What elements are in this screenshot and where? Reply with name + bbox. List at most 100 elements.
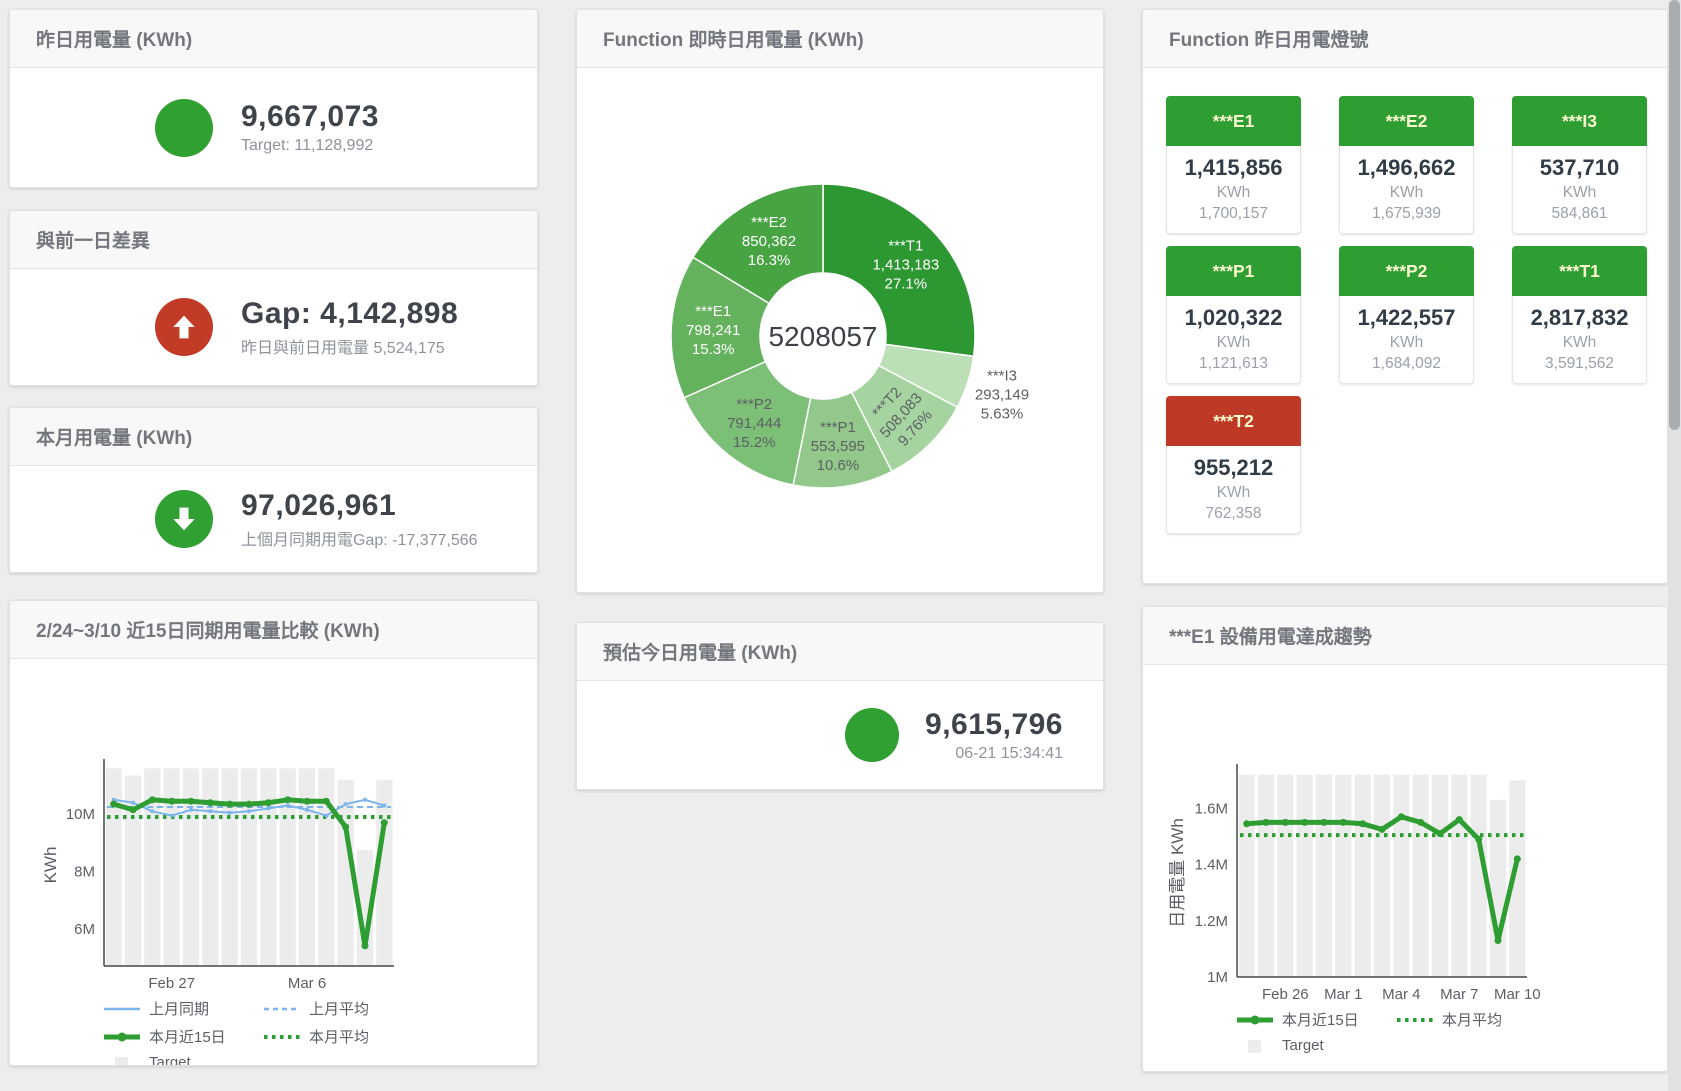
arrow-up-icon — [155, 298, 213, 356]
device-tile[interactable]: ***E2 1,496,662 KWh 1,675,939 — [1339, 96, 1474, 234]
tile-value: 1,415,856 — [1171, 155, 1296, 181]
legend-label: 本月近15日 — [1282, 1009, 1359, 1030]
card-compare-chart: 2/24~3/10 近15日同期用電量比較 (KWh) 6M8M10MFeb 2… — [9, 600, 538, 1066]
donut-chart[interactable]: ***T11,413,18327.1%***I3293,1495.63%***T… — [577, 68, 1104, 592]
card-title: ***E1 設備用電達成趨勢 — [1143, 607, 1667, 665]
card-title: Function 即時日用電量 (KWh) — [577, 10, 1103, 68]
arrow-down-icon — [155, 490, 213, 548]
tile-target-value: 762,358 — [1171, 505, 1296, 523]
svg-text:1M: 1M — [1207, 969, 1228, 986]
kpi-value: Gap: 4,142,898 — [241, 297, 458, 331]
legend-swatch-icon — [102, 1030, 142, 1044]
device-tile[interactable]: ***I3537,710KWh584,861 — [1512, 96, 1647, 234]
target-bar — [202, 768, 218, 966]
svg-text:Feb 27: Feb 27 — [148, 975, 195, 992]
card-estimate-today: 預估今日用電量 (KWh) 9,615,796 06-21 15:34:41 — [576, 622, 1104, 790]
target-bar — [222, 768, 238, 966]
card-title: Function 昨日用電燈號 — [1143, 10, 1667, 68]
tile-name: ***T2 — [1166, 396, 1301, 446]
target-bar — [1258, 775, 1274, 977]
tile-value: 955,212 — [1171, 455, 1296, 481]
legend-item[interactable]: 本月平均 — [262, 1026, 422, 1047]
tile-target-value: 3,591,562 — [1517, 355, 1642, 373]
card-title: 預估今日用電量 (KWh) — [577, 623, 1103, 681]
legend-swatch-icon — [262, 1030, 302, 1044]
tile-unit: KWh — [1517, 334, 1642, 352]
card-function-donut: Function 即時日用電量 (KWh) ***T11,413,18327.1… — [576, 9, 1104, 593]
device-tile[interactable]: ***T2 955,212 KWh 762,358 — [1166, 396, 1301, 534]
legend-item[interactable]: 本月近15日 — [102, 1026, 262, 1047]
legend-swatch-icon — [102, 1002, 142, 1016]
legend-item[interactable]: 本月平均 — [1395, 1009, 1555, 1030]
target-bar — [1432, 775, 1448, 977]
target-bar — [241, 768, 257, 966]
donut-slice-label: ***I3293,1495.63% — [975, 368, 1029, 423]
scrollbar-thumb[interactable] — [1669, 0, 1680, 430]
svg-text:日用電量 KWh: 日用電量 KWh — [1168, 818, 1187, 928]
tile-value: 2,817,832 — [1517, 305, 1642, 331]
legend-swatch-icon — [1235, 1013, 1275, 1027]
target-bar — [1355, 775, 1371, 977]
tiles-grid: ***E1 1,415,856 KWh 1,700,157 ***E2 1,496,662… — [1143, 68, 1667, 534]
tile-unit: KWh — [1344, 334, 1469, 352]
legend-item[interactable]: 本月近15日 — [1235, 1009, 1395, 1030]
tile-target-value: 1,684,092 — [1344, 355, 1469, 373]
tile-name: ***E2 — [1339, 96, 1474, 146]
tile-unit: KWh — [1171, 184, 1296, 202]
compare-chart-legend: 上月同期 上月平均本月近15日 本月平均 Target — [102, 998, 462, 1066]
tile-value: 1,496,662 — [1344, 155, 1469, 181]
legend-item[interactable]: Target — [1235, 1037, 1395, 1054]
tile-value: 1,020,322 — [1171, 305, 1296, 331]
tile-value: 1,422,557 — [1344, 305, 1469, 331]
svg-text:6M: 6M — [74, 921, 95, 938]
card-title: 本月用電量 (KWh) — [10, 408, 537, 466]
tile-name: ***P1 — [1166, 246, 1301, 296]
kpi-subtext: 上個月同期用電Gap: -17,377,566 — [241, 526, 478, 550]
device-tile[interactable]: ***E1 1,415,856 KWh 1,700,157 — [1166, 96, 1301, 234]
legend-item[interactable]: Target — [102, 1054, 262, 1066]
kpi-subtext: Target: 11,128,992 — [241, 137, 379, 155]
device-tile[interactable]: ***T12,817,832KWh3,591,562 — [1512, 246, 1647, 384]
card-title: 昨日用電量 (KWh) — [10, 10, 537, 68]
svg-text:Mar 7: Mar 7 — [1440, 986, 1478, 1003]
target-bar — [1239, 775, 1255, 977]
compare-chart: 6M8M10MFeb 27Mar 6KWh — [40, 754, 460, 996]
legend-item[interactable]: 上月平均 — [262, 998, 422, 1019]
e1-trend-legend: 本月近15日 本月平均 Target — [1235, 1009, 1595, 1054]
tile-target-value: 1,700,157 — [1171, 205, 1296, 223]
target-bar — [1374, 775, 1390, 977]
card-month-usage: 本月用電量 (KWh) 97,026,961 上個月同期用電Gap: -17,3… — [9, 407, 538, 573]
kpi-value: 9,615,796 — [925, 708, 1063, 742]
tile-unit: KWh — [1344, 184, 1469, 202]
tile-target-value: 1,121,613 — [1171, 355, 1296, 373]
legend-label: 本月近15日 — [149, 1026, 226, 1047]
svg-text:1.4M: 1.4M — [1195, 857, 1228, 874]
legend-label: 本月平均 — [1442, 1009, 1502, 1030]
svg-text:Mar 4: Mar 4 — [1382, 986, 1420, 1003]
device-tile[interactable]: ***P11,020,322KWh1,121,613 — [1166, 246, 1301, 384]
target-bar — [1451, 775, 1467, 977]
dashboard: 昨日用電量 (KWh) 9,667,073 Target: 11,128,992… — [0, 0, 1681, 1091]
tile-name: ***P2 — [1339, 246, 1474, 296]
tile-unit: KWh — [1171, 484, 1296, 502]
legend-swatch-icon — [1395, 1013, 1435, 1027]
legend-label: 上月平均 — [309, 998, 369, 1019]
legend-item[interactable]: 上月同期 — [102, 998, 262, 1019]
status-circle-icon — [155, 99, 213, 157]
e1-trend-chart: 1M1.2M1.4M1.6MFeb 26Mar 1Mar 4Mar 7Mar 1… — [1159, 757, 1589, 1007]
device-tile[interactable]: ***P2 1,422,557 KWh 1,684,092 — [1339, 246, 1474, 384]
target-bar — [260, 768, 276, 966]
legend-label: 本月平均 — [309, 1026, 369, 1047]
tile-name: ***E1 — [1166, 96, 1301, 146]
svg-text:1.2M: 1.2M — [1195, 913, 1228, 930]
svg-text:***I3293,1495.63%: ***I3293,1495.63% — [975, 368, 1029, 423]
tile-unit: KWh — [1517, 184, 1642, 202]
kpi-subtext: 昨日與前日用電量 5,524,175 — [241, 334, 458, 358]
target-bar — [1490, 800, 1506, 977]
status-circle-icon — [845, 708, 899, 762]
svg-text:8M: 8M — [74, 863, 95, 880]
kpi-value: 97,026,961 — [241, 489, 478, 523]
target-bar — [1393, 775, 1409, 977]
tile-target-value: 1,675,939 — [1344, 205, 1469, 223]
svg-text:Mar 10: Mar 10 — [1494, 986, 1541, 1003]
